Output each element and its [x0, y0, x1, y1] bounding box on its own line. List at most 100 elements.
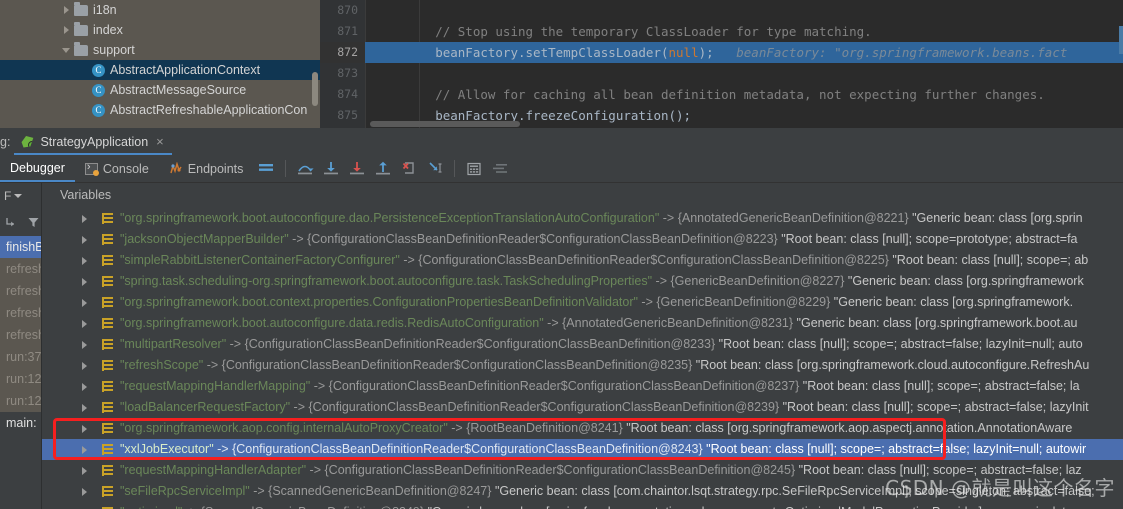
frames-panel[interactable]: F finishB refresh refresh refresh refresh run…	[0, 183, 42, 509]
variables-list[interactable]: "org.springframework.boot.autoconfigure.…	[42, 208, 1123, 509]
chevron-right-icon[interactable]	[82, 487, 87, 496]
editor-marker-stripe[interactable]	[1119, 26, 1123, 54]
variable-row[interactable]: "loadBalancerRequestFactory" -> {Configu…	[42, 397, 1123, 418]
close-icon[interactable]: ×	[156, 134, 164, 149]
settings-lines-icon[interactable]	[487, 155, 513, 182]
watermark-text: CSDN @就是叫这个名字	[885, 476, 1115, 500]
variable-row[interactable]: "org.springframework.boot.autoconfigure.…	[42, 313, 1123, 334]
tab-console[interactable]: Console	[75, 155, 159, 182]
chevron-down-icon[interactable]	[62, 47, 70, 53]
chevron-right-icon[interactable]	[82, 256, 87, 265]
frames-list[interactable]: finishB refresh refresh refresh refresh run:3…	[0, 236, 42, 434]
variable-text: "spring.task.scheduling-org.springframew…	[120, 271, 1084, 292]
editor-line[interactable]: 873	[320, 63, 1123, 84]
editor-line[interactable]: 871 // Stop using the temporary ClassLoa…	[320, 21, 1123, 42]
chevron-right-icon[interactable]	[82, 445, 87, 454]
chevron-right-icon[interactable]	[82, 277, 87, 286]
evaluate-expression-icon[interactable]	[461, 155, 487, 182]
variable-row[interactable]: "refreshScope" -> {ConfigurationClassBea…	[42, 355, 1123, 376]
variable-row[interactable]: "org.springframework.boot.context.proper…	[42, 292, 1123, 313]
chevron-right-icon[interactable]	[63, 26, 69, 34]
tree-item-index[interactable]: index	[0, 20, 320, 40]
variable-row[interactable]: "xxlJobExecutor" -> {ConfigurationClassB…	[42, 439, 1123, 460]
tree-item-support[interactable]: support	[0, 40, 320, 60]
line-number: 873	[337, 66, 358, 80]
drop-frame-icon[interactable]	[396, 155, 422, 182]
variable-text: "jacksonObjectMapperBuilder" -> {Configu…	[120, 229, 1078, 250]
tab-debugger-label: Debugger	[10, 160, 65, 175]
chevron-right-icon[interactable]	[82, 340, 87, 349]
java-class-icon: C	[92, 63, 105, 77]
variable-value: "Generic bean: class [org.springframewor…	[847, 274, 1084, 288]
chevron-right-icon[interactable]	[82, 235, 87, 244]
frame-row[interactable]: refresh	[0, 324, 42, 346]
frame-label: refresh	[6, 328, 42, 342]
editor-line[interactable]: 872 beanFactory.setTempClassLoader(null)…	[320, 42, 1123, 63]
variable-ref: {ConfigurationClassBeanDefinitionReader$…	[307, 232, 778, 246]
tree-item-abstractapplicationcontext[interactable]: C AbstractApplicationContext	[0, 60, 320, 80]
chevron-right-icon[interactable]	[63, 6, 69, 14]
variable-arrow: ->	[659, 211, 678, 225]
editor-line[interactable]: 870	[320, 0, 1123, 21]
variable-name: "org.springframework.boot.autoconfigure.…	[120, 211, 660, 225]
toolbar-separator	[285, 160, 287, 177]
frame-row[interactable]: run:12	[0, 390, 42, 412]
chevron-right-icon[interactable]	[82, 361, 87, 370]
chevron-right-icon[interactable]	[82, 298, 87, 307]
chevron-right-icon[interactable]	[82, 382, 87, 391]
code-editor[interactable]: 870 871 // Stop using the temporary Class…	[320, 0, 1123, 128]
step-out-icon[interactable]	[370, 155, 396, 182]
tree-item-abstractrefreshableapplicationcon[interactable]: C AbstractRefreshableApplicationCon	[0, 100, 320, 120]
frames-thread-selector[interactable]: F	[0, 183, 42, 208]
variable-row[interactable]: "optimized" -> {ScannedGenericBeanDefini…	[42, 502, 1123, 509]
tree-item-abstractmessagesource[interactable]: C AbstractMessageSource	[0, 80, 320, 100]
variable-text: "org.springframework.boot.context.proper…	[120, 292, 1073, 313]
chevron-right-icon[interactable]	[82, 214, 87, 223]
force-step-into-icon[interactable]	[344, 155, 370, 182]
run-tab-strategyapplication[interactable]: StrategyApplication ×	[14, 130, 172, 155]
frame-row[interactable]: run:12	[0, 368, 42, 390]
variable-ref: {ConfigurationClassBeanDefinitionReader$…	[244, 337, 716, 351]
variable-row[interactable]: "multipartResolver" -> {ConfigurationCla…	[42, 334, 1123, 355]
frame-row[interactable]: finishB	[0, 236, 42, 258]
tree-vertical-scrollbar[interactable]	[312, 72, 318, 106]
frame-row[interactable]: run:37	[0, 346, 42, 368]
frame-row[interactable]: main:	[0, 412, 42, 434]
project-tree[interactable]: i18n index support C AbstractApplicationCont…	[0, 0, 320, 128]
frame-row[interactable]: refresh	[0, 258, 42, 280]
variable-row[interactable]: "requestMappingHandlerMapping" -> {Confi…	[42, 376, 1123, 397]
chevron-right-icon[interactable]	[82, 424, 87, 433]
tree-twisty[interactable]	[58, 47, 74, 53]
line-code: // Stop using the temporary ClassLoader …	[375, 21, 1123, 42]
chevron-right-icon[interactable]	[82, 319, 87, 328]
java-class-icon: C	[92, 83, 105, 97]
editor-line[interactable]: 874 // Allow for caching all bean defini…	[320, 84, 1123, 105]
tab-debugger[interactable]: Debugger	[0, 155, 75, 182]
chevron-right-icon[interactable]	[82, 466, 87, 475]
variable-row[interactable]: "spring.task.scheduling-org.springframew…	[42, 271, 1123, 292]
editor-horizontal-scrollbar[interactable]	[370, 121, 520, 127]
tree-twisty[interactable]	[58, 6, 74, 14]
export-threads-icon[interactable]	[2, 209, 20, 236]
variable-text: "requestMappingHandlerMapping" -> {Confi…	[120, 376, 1080, 397]
tree-twisty[interactable]	[58, 26, 74, 34]
frame-row[interactable]: refresh	[0, 280, 42, 302]
layout-settings-icon[interactable]	[253, 155, 279, 182]
variable-row[interactable]: "jacksonObjectMapperBuilder" -> {Configu…	[42, 229, 1123, 250]
chevron-down-icon[interactable]	[14, 193, 23, 198]
tab-endpoints[interactable]: Endpoints	[159, 155, 254, 182]
map-entry-icon	[102, 486, 113, 497]
variable-row[interactable]: "org.springframework.aop.config.internal…	[42, 418, 1123, 439]
run-to-cursor-icon[interactable]	[422, 155, 448, 182]
chevron-right-icon[interactable]	[82, 403, 87, 412]
variables-panel[interactable]: Variables "org.springframework.boot.auto…	[42, 183, 1123, 509]
variable-value: "Generic bean: class [springfox.document…	[428, 505, 1080, 509]
step-over-icon[interactable]	[292, 155, 318, 182]
frame-row[interactable]: refresh	[0, 302, 42, 324]
variable-row[interactable]: "org.springframework.boot.autoconfigure.…	[42, 208, 1123, 229]
variable-row[interactable]: "simpleRabbitListenerContainerFactoryCon…	[42, 250, 1123, 271]
filter-icon[interactable]	[24, 209, 42, 236]
step-into-icon[interactable]	[318, 155, 344, 182]
folder-icon	[74, 41, 88, 56]
tree-item-i18n[interactable]: i18n	[0, 0, 320, 20]
